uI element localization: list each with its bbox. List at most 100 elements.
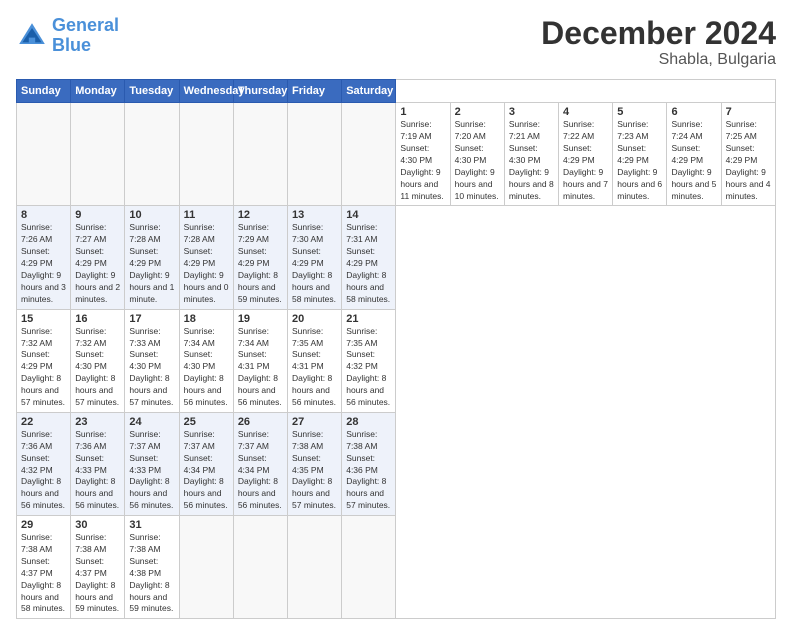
day-info: Sunrise: 7:35 AMSunset: 4:31 PMDaylight:…	[292, 326, 337, 409]
day-info: Sunrise: 7:37 AMSunset: 4:34 PMDaylight:…	[238, 429, 283, 512]
calendar-cell: 14Sunrise: 7:31 AMSunset: 4:29 PMDayligh…	[342, 206, 396, 309]
day-info: Sunrise: 7:36 AMSunset: 4:33 PMDaylight:…	[75, 429, 120, 512]
calendar-cell: 6Sunrise: 7:24 AMSunset: 4:29 PMDaylight…	[667, 103, 721, 206]
day-info: Sunrise: 7:38 AMSunset: 4:37 PMDaylight:…	[75, 532, 120, 615]
day-number: 10	[129, 209, 174, 221]
day-info: Sunrise: 7:20 AMSunset: 4:30 PMDaylight:…	[455, 119, 500, 202]
day-number: 12	[238, 209, 283, 221]
calendar-cell	[179, 516, 233, 619]
calendar-cell: 20Sunrise: 7:35 AMSunset: 4:31 PMDayligh…	[288, 309, 342, 412]
day-info: Sunrise: 7:23 AMSunset: 4:29 PMDaylight:…	[617, 119, 662, 202]
calendar-cell	[179, 103, 233, 206]
calendar-cell	[233, 103, 287, 206]
calendar-cell: 19Sunrise: 7:34 AMSunset: 4:31 PMDayligh…	[233, 309, 287, 412]
calendar-page: General Blue December 2024 Shabla, Bulga…	[0, 0, 792, 612]
calendar-cell	[342, 516, 396, 619]
day-info: Sunrise: 7:28 AMSunset: 4:29 PMDaylight:…	[184, 222, 229, 305]
day-number: 5	[617, 106, 662, 118]
calendar-cell: 17Sunrise: 7:33 AMSunset: 4:30 PMDayligh…	[125, 309, 179, 412]
calendar-cell: 22Sunrise: 7:36 AMSunset: 4:32 PMDayligh…	[17, 412, 71, 515]
day-number: 29	[21, 519, 66, 531]
logo-text: General Blue	[52, 16, 119, 56]
logo: General Blue	[16, 16, 119, 56]
day-info: Sunrise: 7:32 AMSunset: 4:29 PMDaylight:…	[21, 326, 66, 409]
logo-blue: Blue	[52, 36, 119, 56]
day-number: 16	[75, 313, 120, 325]
calendar-cell: 30Sunrise: 7:38 AMSunset: 4:37 PMDayligh…	[71, 516, 125, 619]
day-number: 30	[75, 519, 120, 531]
day-number: 26	[238, 416, 283, 428]
calendar-cell	[17, 103, 71, 206]
col-sunday: Sunday	[17, 80, 71, 103]
logo-icon	[16, 20, 48, 52]
location: Shabla, Bulgaria	[541, 51, 776, 69]
calendar-header-row: Sunday Monday Tuesday Wednesday Thursday…	[17, 80, 776, 103]
day-info: Sunrise: 7:38 AMSunset: 4:38 PMDaylight:…	[129, 532, 174, 615]
calendar-cell: 28Sunrise: 7:38 AMSunset: 4:36 PMDayligh…	[342, 412, 396, 515]
col-monday: Monday	[71, 80, 125, 103]
calendar-cell: 3Sunrise: 7:21 AMSunset: 4:30 PMDaylight…	[504, 103, 558, 206]
day-number: 19	[238, 313, 283, 325]
calendar-cell	[71, 103, 125, 206]
day-number: 1	[400, 106, 445, 118]
calendar-cell	[342, 103, 396, 206]
day-number: 22	[21, 416, 66, 428]
day-number: 25	[184, 416, 229, 428]
day-info: Sunrise: 7:37 AMSunset: 4:34 PMDaylight:…	[184, 429, 229, 512]
day-info: Sunrise: 7:38 AMSunset: 4:37 PMDaylight:…	[21, 532, 66, 615]
calendar-cell: 24Sunrise: 7:37 AMSunset: 4:33 PMDayligh…	[125, 412, 179, 515]
day-info: Sunrise: 7:33 AMSunset: 4:30 PMDaylight:…	[129, 326, 174, 409]
day-number: 31	[129, 519, 174, 531]
calendar-cell: 1Sunrise: 7:19 AMSunset: 4:30 PMDaylight…	[396, 103, 450, 206]
day-info: Sunrise: 7:22 AMSunset: 4:29 PMDaylight:…	[563, 119, 608, 202]
calendar-cell	[125, 103, 179, 206]
day-number: 9	[75, 209, 120, 221]
day-info: Sunrise: 7:19 AMSunset: 4:30 PMDaylight:…	[400, 119, 445, 202]
calendar-cell: 5Sunrise: 7:23 AMSunset: 4:29 PMDaylight…	[613, 103, 667, 206]
calendar-cell: 29Sunrise: 7:38 AMSunset: 4:37 PMDayligh…	[17, 516, 71, 619]
col-saturday: Saturday	[342, 80, 396, 103]
day-info: Sunrise: 7:34 AMSunset: 4:31 PMDaylight:…	[238, 326, 283, 409]
logo-general: General	[52, 15, 119, 35]
calendar-cell: 25Sunrise: 7:37 AMSunset: 4:34 PMDayligh…	[179, 412, 233, 515]
day-info: Sunrise: 7:28 AMSunset: 4:29 PMDaylight:…	[129, 222, 174, 305]
day-info: Sunrise: 7:32 AMSunset: 4:30 PMDaylight:…	[75, 326, 120, 409]
calendar-cell: 27Sunrise: 7:38 AMSunset: 4:35 PMDayligh…	[288, 412, 342, 515]
calendar-table: Sunday Monday Tuesday Wednesday Thursday…	[16, 79, 776, 619]
day-number: 27	[292, 416, 337, 428]
day-number: 13	[292, 209, 337, 221]
day-info: Sunrise: 7:34 AMSunset: 4:30 PMDaylight:…	[184, 326, 229, 409]
calendar-cell: 10Sunrise: 7:28 AMSunset: 4:29 PMDayligh…	[125, 206, 179, 309]
day-number: 17	[129, 313, 174, 325]
day-number: 3	[509, 106, 554, 118]
calendar-week-3: 15Sunrise: 7:32 AMSunset: 4:29 PMDayligh…	[17, 309, 776, 412]
day-number: 7	[726, 106, 771, 118]
calendar-cell: 4Sunrise: 7:22 AMSunset: 4:29 PMDaylight…	[559, 103, 613, 206]
col-thursday: Thursday	[233, 80, 287, 103]
calendar-week-5: 29Sunrise: 7:38 AMSunset: 4:37 PMDayligh…	[17, 516, 776, 619]
day-info: Sunrise: 7:37 AMSunset: 4:33 PMDaylight:…	[129, 429, 174, 512]
calendar-cell: 12Sunrise: 7:29 AMSunset: 4:29 PMDayligh…	[233, 206, 287, 309]
col-friday: Friday	[288, 80, 342, 103]
calendar-cell: 16Sunrise: 7:32 AMSunset: 4:30 PMDayligh…	[71, 309, 125, 412]
calendar-cell: 31Sunrise: 7:38 AMSunset: 4:38 PMDayligh…	[125, 516, 179, 619]
calendar-cell: 7Sunrise: 7:25 AMSunset: 4:29 PMDaylight…	[721, 103, 775, 206]
calendar-week-2: 8Sunrise: 7:26 AMSunset: 4:29 PMDaylight…	[17, 206, 776, 309]
calendar-cell	[288, 516, 342, 619]
calendar-cell	[288, 103, 342, 206]
day-info: Sunrise: 7:36 AMSunset: 4:32 PMDaylight:…	[21, 429, 66, 512]
calendar-cell: 11Sunrise: 7:28 AMSunset: 4:29 PMDayligh…	[179, 206, 233, 309]
header: General Blue December 2024 Shabla, Bulga…	[16, 16, 776, 69]
day-number: 18	[184, 313, 229, 325]
calendar-cell: 2Sunrise: 7:20 AMSunset: 4:30 PMDaylight…	[450, 103, 504, 206]
day-number: 28	[346, 416, 391, 428]
col-tuesday: Tuesday	[125, 80, 179, 103]
day-info: Sunrise: 7:38 AMSunset: 4:36 PMDaylight:…	[346, 429, 391, 512]
calendar-cell: 9Sunrise: 7:27 AMSunset: 4:29 PMDaylight…	[71, 206, 125, 309]
calendar-cell: 23Sunrise: 7:36 AMSunset: 4:33 PMDayligh…	[71, 412, 125, 515]
day-info: Sunrise: 7:24 AMSunset: 4:29 PMDaylight:…	[671, 119, 716, 202]
day-number: 15	[21, 313, 66, 325]
calendar-cell: 21Sunrise: 7:35 AMSunset: 4:32 PMDayligh…	[342, 309, 396, 412]
day-number: 24	[129, 416, 174, 428]
calendar-week-1: 1Sunrise: 7:19 AMSunset: 4:30 PMDaylight…	[17, 103, 776, 206]
